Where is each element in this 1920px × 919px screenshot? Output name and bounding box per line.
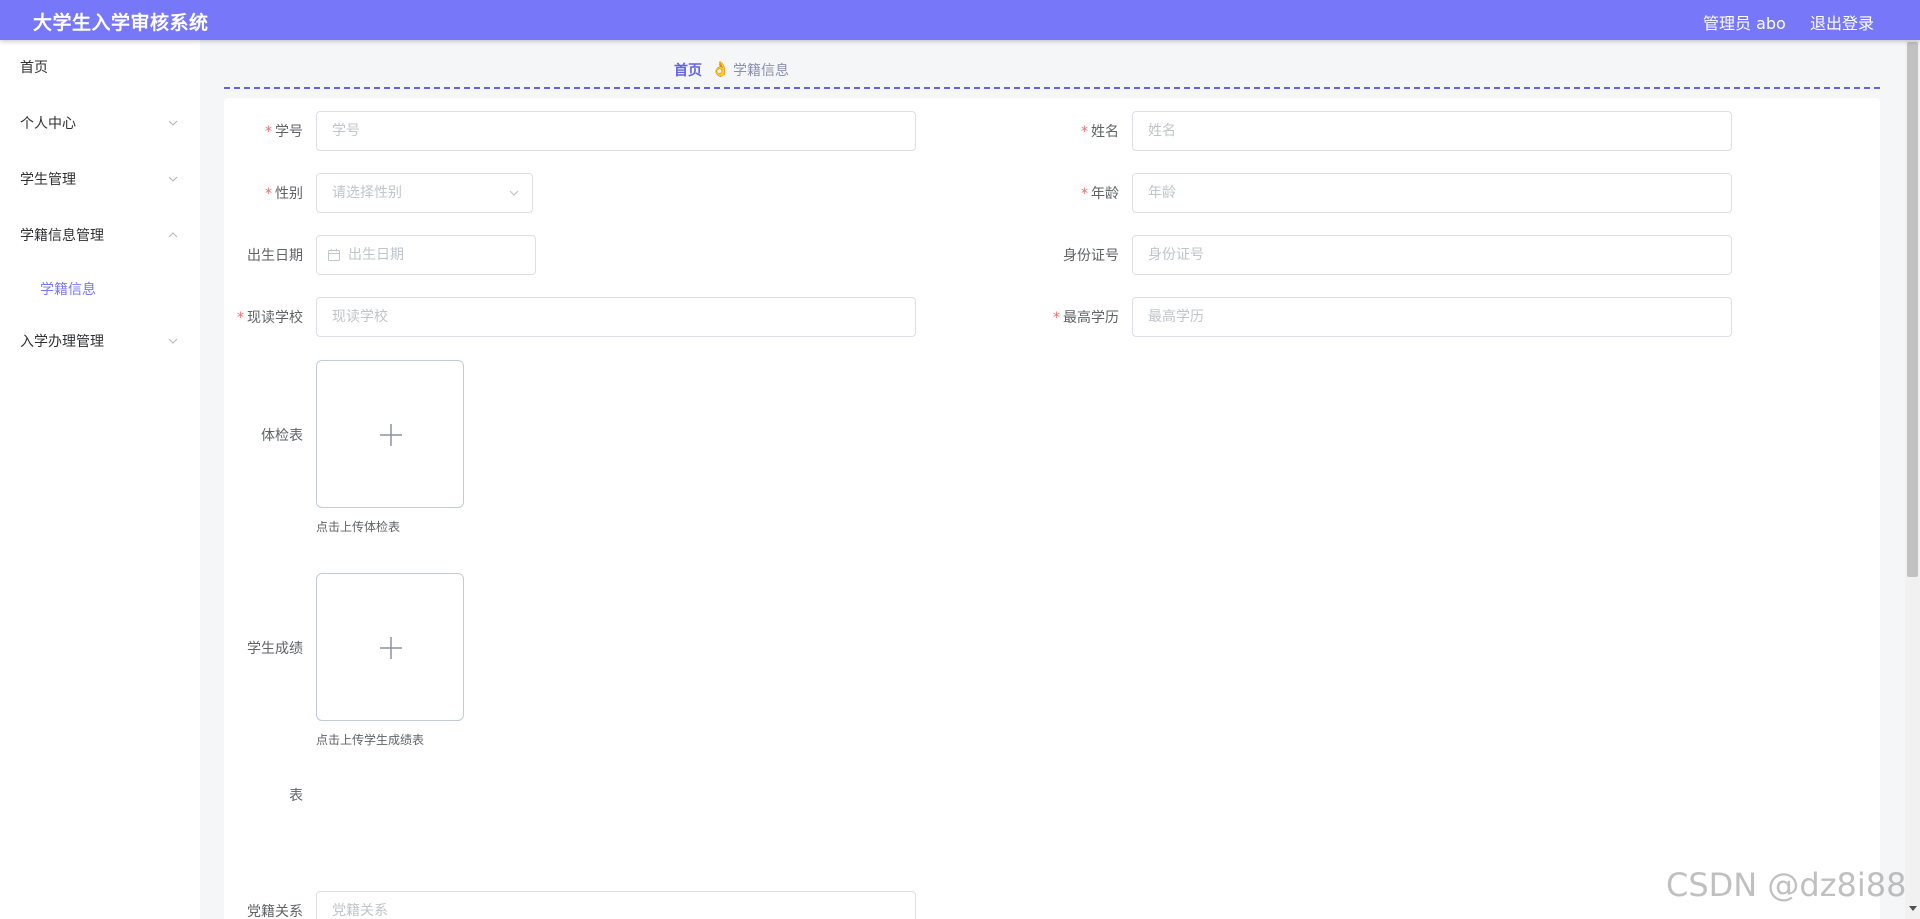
sidebar-item-label: 学籍信息管理 — [20, 228, 104, 244]
student-no-input[interactable]: 学号 — [316, 111, 916, 151]
required-mark: * — [265, 124, 272, 140]
hand-icon: 👌 — [711, 60, 730, 78]
breadcrumb-home[interactable]: 首页 — [674, 60, 702, 80]
main-content: 首页 👌 学籍信息 * 学号 学号 * 姓名 姓名 * 性别 请选择性别 * 年龄 年龄… — [200, 40, 1905, 919]
top-header: 大学生入学审核系统 管理员 abo 退出登录 — [0, 0, 1920, 40]
grades-label-continued: 表 — [289, 788, 303, 804]
sidebar-item-personal-center[interactable]: 个人中心 — [0, 96, 200, 152]
party-input[interactable]: 党籍关系 — [316, 891, 916, 919]
chevron-down-icon — [509, 190, 519, 196]
education-input[interactable]: 最高学历 — [1132, 297, 1732, 337]
school-input[interactable]: 现读学校 — [316, 297, 916, 337]
required-mark: * — [265, 186, 272, 202]
breadcrumb-divider — [224, 87, 1880, 89]
sidebar-item-label: 首页 — [20, 60, 48, 76]
required-mark: * — [1053, 310, 1060, 326]
sidebar-item-label: 学籍信息 — [40, 282, 96, 298]
chevron-down-icon — [168, 176, 178, 182]
education-label: * 最高学历 — [1053, 310, 1119, 326]
app-title: 大学生入学审核系统 — [33, 12, 209, 34]
health-form-label: 体检表 — [261, 428, 303, 444]
calendar-icon — [328, 249, 340, 261]
birth-date-picker[interactable]: 出生日期 — [316, 235, 536, 275]
age-input[interactable]: 年龄 — [1132, 173, 1732, 213]
id-number-label: 身份证号 — [1063, 248, 1119, 264]
sidebar-item-admission-management[interactable]: 入学办理管理 — [0, 314, 200, 370]
required-mark: * — [237, 310, 244, 326]
id-number-input[interactable]: 身份证号 — [1132, 235, 1732, 275]
plus-icon — [380, 424, 402, 446]
grades-tip: 点击上传学生成绩表 — [316, 733, 425, 747]
sidebar-item-label: 学生管理 — [20, 172, 76, 188]
sidebar-item-label: 入学办理管理 — [20, 334, 104, 350]
chevron-down-icon — [168, 120, 178, 126]
sidebar-item-enrollment-info-management[interactable]: 学籍信息管理 — [0, 208, 200, 264]
scroll-down-arrow-icon[interactable] — [1909, 904, 1917, 912]
current-user: 管理员 abo — [1703, 14, 1786, 33]
chevron-down-icon — [168, 338, 178, 344]
grades-uploader[interactable] — [316, 573, 464, 721]
gender-select[interactable]: 请选择性别 — [316, 173, 533, 213]
form-panel: * 学号 学号 * 姓名 姓名 * 性别 请选择性别 * 年龄 年龄 出生日期 出生日期… — [224, 98, 1880, 919]
health-form-tip: 点击上传体检表 — [316, 520, 401, 534]
sidebar-item-enrollment-info[interactable]: 学籍信息 — [0, 264, 200, 314]
student-no-label: * 学号 — [265, 124, 303, 140]
sidebar-item-label: 个人中心 — [20, 116, 76, 132]
birth-date-label: 出生日期 — [247, 248, 303, 264]
chevron-up-icon — [168, 232, 178, 238]
logout-link[interactable]: 退出登录 — [1810, 10, 1874, 34]
watermark: CSDN @dz8i88 — [1666, 866, 1907, 904]
name-label: * 姓名 — [1081, 124, 1119, 140]
sidebar-item-home[interactable]: 首页 — [0, 40, 200, 96]
sidebar-item-student-management[interactable]: 学生管理 — [0, 152, 200, 208]
required-mark: * — [1081, 124, 1088, 140]
scrollbar-thumb[interactable] — [1907, 42, 1918, 577]
school-label: * 现读学校 — [237, 310, 303, 326]
plus-icon — [380, 637, 402, 659]
required-mark: * — [1081, 186, 1088, 202]
age-label: * 年龄 — [1081, 186, 1119, 202]
sidebar: 首页 个人中心 学生管理 学籍信息管理 学籍信息 入学办理管理 — [0, 40, 200, 919]
grades-label: 学生成绩 — [247, 641, 303, 657]
breadcrumb-current: 学籍信息 — [733, 63, 789, 79]
name-input[interactable]: 姓名 — [1132, 111, 1732, 151]
health-form-uploader[interactable] — [316, 360, 464, 508]
gender-label: * 性别 — [265, 186, 303, 202]
party-label: 党籍关系 — [247, 904, 303, 919]
